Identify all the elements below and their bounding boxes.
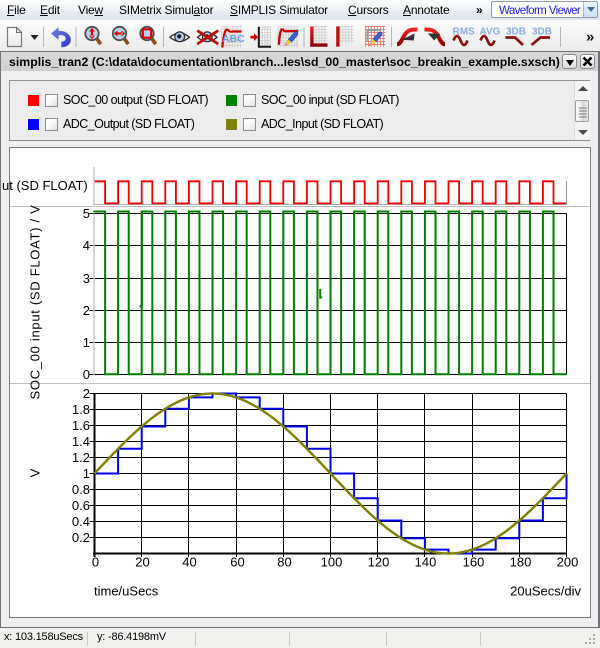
svg-text:180: 180	[510, 555, 532, 570]
svg-text:1: 1	[83, 335, 90, 350]
svg-text:1.4: 1.4	[72, 434, 90, 449]
svg-text:0.4: 0.4	[72, 514, 90, 529]
svg-text:SOC_00 input (SD FLOAT) / V: SOC_00 input (SD FLOAT) / V	[28, 205, 43, 400]
svg-text:0: 0	[92, 555, 99, 570]
svg-text:1.8: 1.8	[72, 402, 90, 417]
svg-text:V: V	[28, 468, 43, 477]
svg-text:time/uSecs: time/uSecs	[94, 584, 159, 599]
svg-text:160: 160	[463, 555, 485, 570]
svg-text:3: 3	[83, 271, 90, 286]
svg-text:20: 20	[135, 555, 149, 570]
svg-text:0.2: 0.2	[72, 530, 90, 545]
svg-text:1.6: 1.6	[72, 418, 90, 433]
svg-text:0.8: 0.8	[72, 482, 90, 497]
svg-text:120: 120	[368, 555, 390, 570]
svg-text:2: 2	[83, 303, 90, 318]
svg-text:200: 200	[557, 555, 579, 570]
svg-text:80: 80	[277, 555, 291, 570]
svg-text:5: 5	[83, 206, 90, 221]
svg-text:40: 40	[182, 555, 196, 570]
svg-text:0: 0	[83, 367, 90, 382]
svg-text:4: 4	[83, 238, 90, 253]
svg-text:100: 100	[321, 555, 343, 570]
svg-text:ut (SD FLOAT): ut (SD FLOAT)	[2, 178, 88, 193]
svg-text:1: 1	[83, 466, 90, 481]
svg-text:2: 2	[83, 386, 90, 401]
svg-text:0.6: 0.6	[72, 498, 90, 513]
svg-text:140: 140	[415, 555, 437, 570]
svg-text:20uSecs/div: 20uSecs/div	[510, 584, 581, 599]
svg-text:60: 60	[230, 555, 244, 570]
svg-text:1.2: 1.2	[72, 450, 90, 465]
